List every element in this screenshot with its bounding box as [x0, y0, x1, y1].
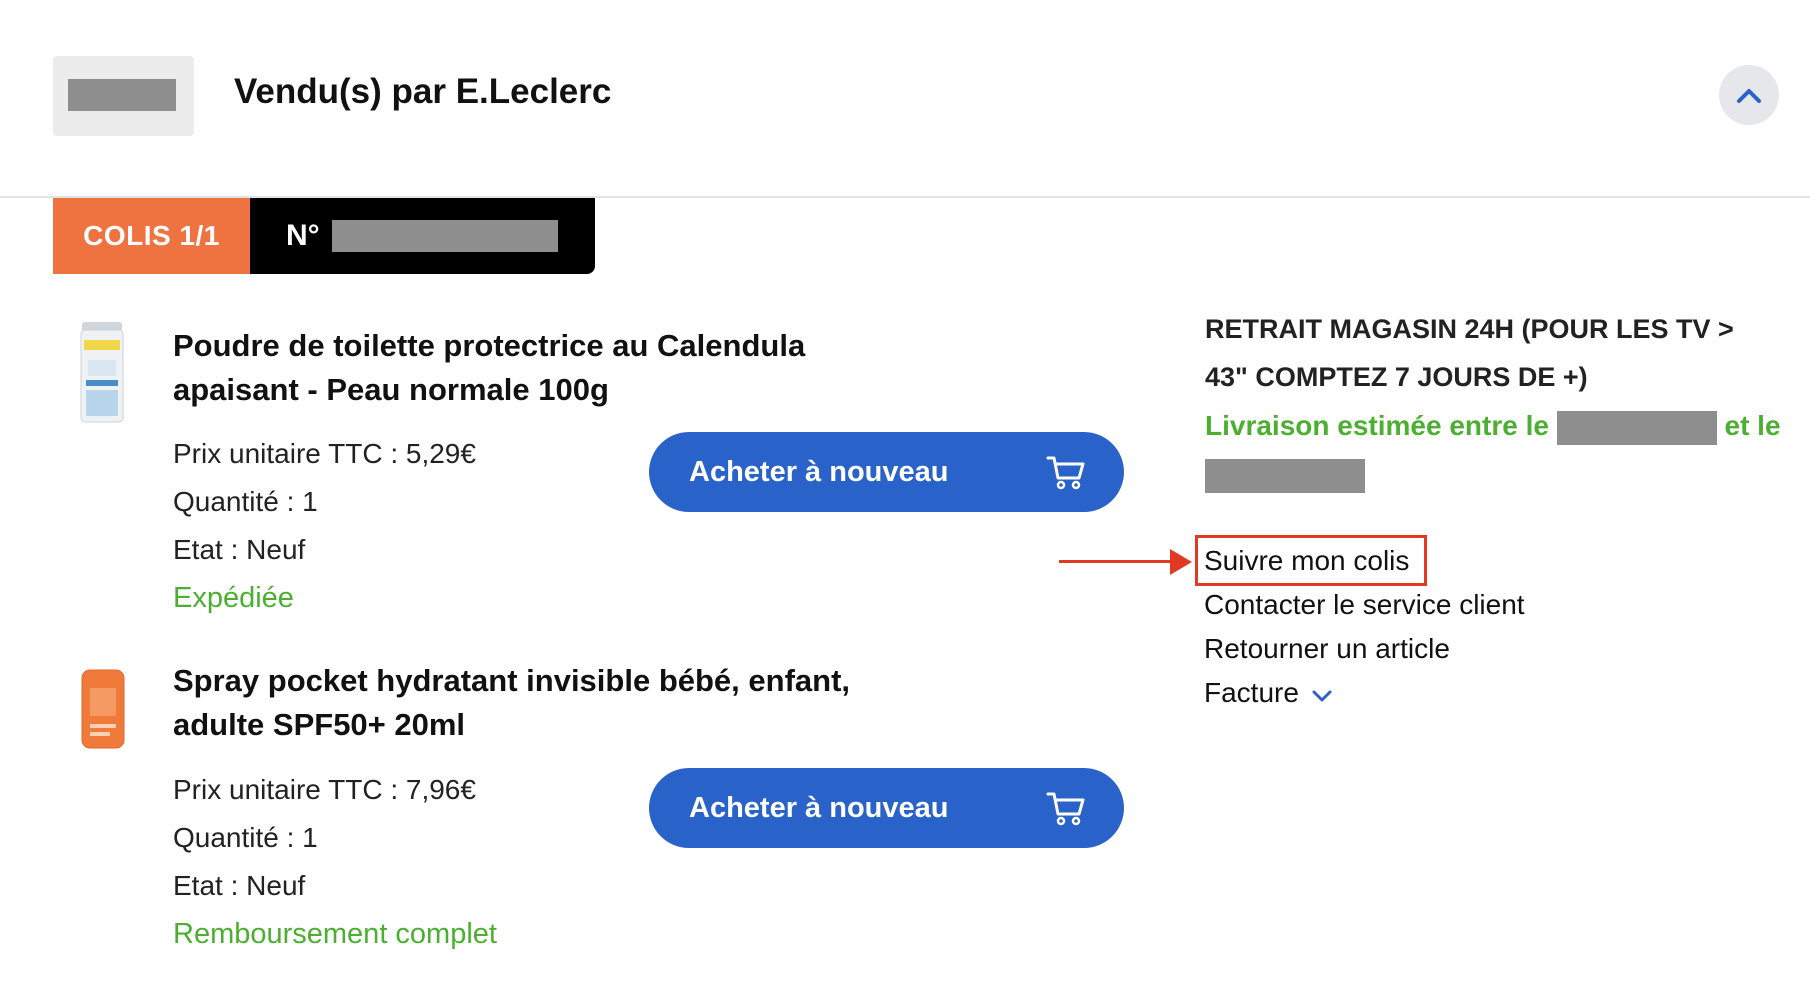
delivery-estimate: Livraison estimée entre le et le: [1205, 402, 1785, 498]
buy-again-label-1: Acheter à nouveau: [689, 455, 949, 488]
redacted-logo: [68, 79, 176, 111]
product-title-2[interactable]: Spray pocket hydratant invisible bébé, e…: [173, 659, 893, 747]
collapse-button[interactable]: [1719, 65, 1779, 125]
invoice-label: Facture: [1204, 677, 1299, 708]
buy-again-button-1[interactable]: Acheter à nouveau: [649, 432, 1124, 512]
product-price-2: Prix unitaire TTC : 7,96€: [173, 774, 476, 805]
annotation-arrow-head: [1170, 549, 1192, 575]
return-item-link[interactable]: Retourner un article: [1204, 633, 1450, 665]
redacted-end-date: [1205, 458, 1365, 493]
colis-number-prefix: N°: [286, 219, 320, 252]
chevron-up-icon: [1737, 89, 1761, 103]
product-details-1: Prix unitaire TTC : 5,29€ Quantité : 1 E…: [173, 430, 476, 622]
buy-again-button-2[interactable]: Acheter à nouveau: [649, 768, 1124, 848]
delivery-mode: RETRAIT MAGASIN 24H (POUR LES TV > 43" C…: [1205, 305, 1765, 401]
product-state-1: Etat : Neuf: [173, 534, 306, 565]
seller-title: Vendu(s) par E.Leclerc: [234, 72, 612, 111]
product-state-2: Etat : Neuf: [173, 870, 306, 901]
product-status-2: Remboursement complet: [173, 918, 497, 950]
track-parcel-link[interactable]: Suivre mon colis: [1204, 545, 1409, 577]
product-image-powder: [78, 320, 126, 424]
delivery-estimate-prefix: Livraison estimée entre le: [1205, 410, 1549, 441]
buy-again-label-2: Acheter à nouveau: [689, 791, 949, 824]
redacted-colis-number: [331, 220, 558, 252]
product-quantity-1: Quantité : 1: [173, 486, 318, 517]
product-image-spray: [80, 668, 126, 750]
colis-number: N°: [250, 198, 595, 274]
product-title-1-line1: Poudre de toilette protectrice au Calend…: [173, 328, 806, 363]
colis-tag: COLIS 1/1 N°: [53, 198, 595, 274]
delivery-mode-line1: RETRAIT MAGASIN 24H (POUR LES TV >: [1205, 314, 1734, 344]
colis-label: COLIS 1/1: [53, 198, 250, 274]
product-quantity-2: Quantité : 1: [173, 822, 318, 853]
contact-support-link[interactable]: Contacter le service client: [1204, 589, 1525, 621]
product-status-1: Expédiée: [173, 582, 294, 614]
annotation-arrow-line: [1059, 560, 1181, 563]
cart-icon: [1046, 456, 1085, 490]
product-title-2-line2: adulte SPF50+ 20ml: [173, 707, 466, 742]
cart-icon: [1046, 792, 1085, 826]
product-title-1[interactable]: Poudre de toilette protectrice au Calend…: [173, 324, 893, 412]
redacted-start-date: [1556, 410, 1717, 445]
product-details-2: Prix unitaire TTC : 7,96€ Quantité : 1 E…: [173, 766, 497, 958]
product-price-1: Prix unitaire TTC : 5,29€: [173, 438, 476, 469]
delivery-mode-line2: 43" COMPTEZ 7 JOURS DE +): [1205, 362, 1588, 392]
delivery-estimate-middle: et le: [1724, 410, 1781, 441]
invoice-dropdown[interactable]: Facture: [1204, 677, 1333, 709]
chevron-down-icon: [1312, 690, 1332, 702]
product-title-2-line1: Spray pocket hydratant invisible bébé, e…: [173, 663, 851, 698]
product-title-1-line2: apaisant - Peau normale 100g: [173, 372, 609, 407]
